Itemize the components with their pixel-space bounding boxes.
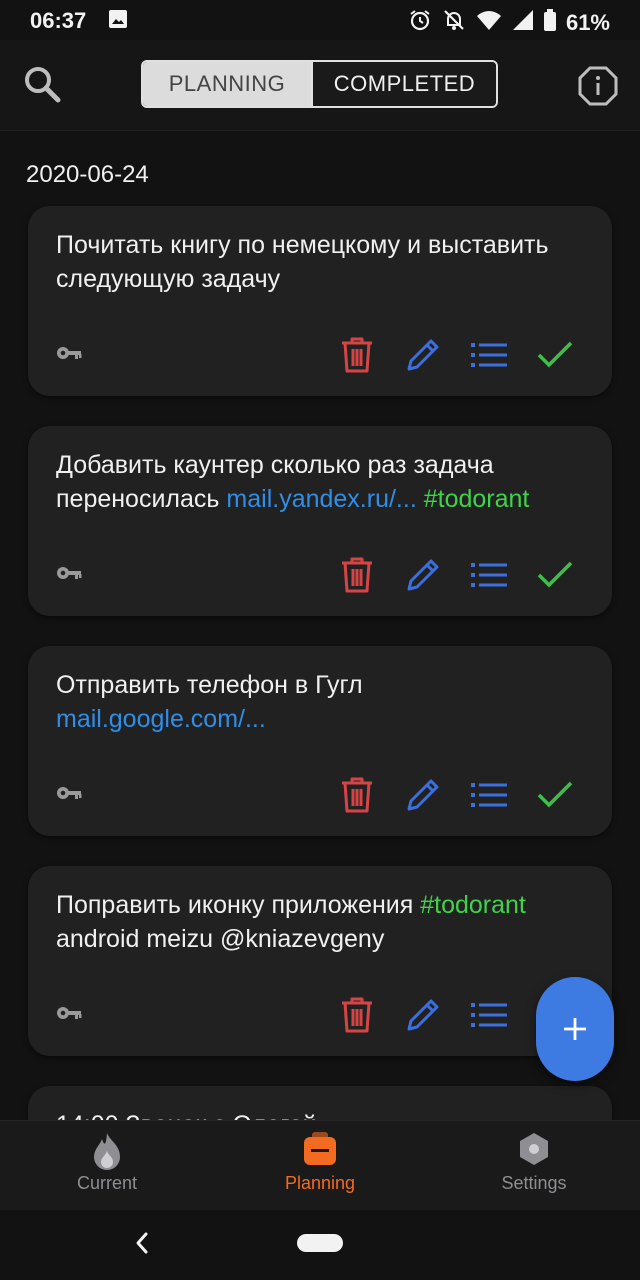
image-icon bbox=[108, 9, 128, 34]
tab-completed[interactable]: COMPLETED bbox=[311, 62, 496, 106]
delete-icon[interactable] bbox=[338, 336, 376, 374]
edit-icon[interactable] bbox=[404, 776, 442, 814]
task-title: Почитать книгу по немецкому и выставить … bbox=[56, 231, 549, 293]
nav-label-current: Current bbox=[76, 1173, 138, 1193]
task-card: 14:00 Звонок с Олегой bbox=[28, 1086, 612, 1120]
task-actions bbox=[338, 556, 574, 594]
task-text: Добавить каунтер сколько раз задача пере… bbox=[56, 448, 584, 516]
add-task-button[interactable] bbox=[536, 977, 614, 1081]
nav-settings[interactable]: Settings bbox=[444, 1121, 624, 1211]
status-bar: 06:37 61% bbox=[0, 0, 640, 40]
task-text: Отправить телефон в Гугл mail.google.com/… bbox=[56, 668, 584, 736]
wifi-icon bbox=[476, 9, 502, 36]
task-card: Поправить иконку приложения #todorant and… bbox=[28, 866, 612, 1056]
search-icon[interactable] bbox=[22, 64, 62, 104]
task-text: 14:00 Звонок с Олегой bbox=[56, 1108, 584, 1120]
task-card: Добавить каунтер сколько раз задача пере… bbox=[28, 426, 612, 616]
date-header: 2020-06-24 bbox=[26, 161, 149, 188]
back-icon[interactable] bbox=[130, 1228, 154, 1258]
key-icon[interactable] bbox=[56, 346, 82, 365]
status-icons: 61% bbox=[408, 8, 610, 37]
home-pill[interactable] bbox=[297, 1234, 343, 1252]
task-actions bbox=[338, 776, 574, 814]
planning-completed-toggle: PLANNING COMPLETED bbox=[141, 60, 498, 108]
status-time: 06:37 bbox=[30, 8, 87, 33]
task-tag[interactable]: #todorant bbox=[424, 485, 530, 513]
key-icon[interactable] bbox=[56, 786, 82, 805]
task-text: Поправить иконку приложения #todorant and… bbox=[56, 888, 584, 956]
tab-planning[interactable]: PLANNING bbox=[143, 62, 311, 106]
battery-percent: 61% bbox=[565, 9, 610, 35]
notifications-off-icon bbox=[442, 8, 466, 37]
settings-icon bbox=[517, 1131, 551, 1172]
nav-label-planning: Planning bbox=[284, 1173, 356, 1193]
delete-icon[interactable] bbox=[338, 996, 376, 1034]
flame-icon bbox=[90, 1131, 124, 1176]
nav-current[interactable]: Current bbox=[17, 1121, 197, 1211]
planning-icon bbox=[302, 1131, 338, 1172]
signal-icon bbox=[512, 9, 534, 36]
list-icon[interactable] bbox=[470, 776, 508, 814]
edit-icon[interactable] bbox=[404, 996, 442, 1034]
nav-label-settings: Settings bbox=[501, 1173, 567, 1193]
plus-icon bbox=[564, 1018, 586, 1040]
list-icon[interactable] bbox=[470, 336, 508, 374]
key-icon[interactable] bbox=[56, 1006, 82, 1025]
key-icon[interactable] bbox=[56, 566, 82, 585]
task-tag[interactable]: #todorant bbox=[420, 891, 526, 919]
bottom-navigation: Current Planning Settings bbox=[0, 1120, 640, 1211]
alarm-icon bbox=[408, 8, 432, 37]
task-link[interactable]: mail.google.com/... bbox=[56, 705, 266, 733]
system-navigation-bar bbox=[0, 1210, 640, 1280]
nav-planning[interactable]: Planning bbox=[230, 1121, 410, 1211]
info-icon[interactable] bbox=[578, 66, 618, 106]
task-extra: android meizu @kniazevgeny bbox=[56, 925, 385, 953]
delete-icon[interactable] bbox=[338, 556, 376, 594]
task-text: Почитать книгу по немецкому и выставить … bbox=[56, 228, 584, 296]
edit-icon[interactable] bbox=[404, 336, 442, 374]
task-title: 14:00 Звонок с Олегой bbox=[56, 1111, 317, 1120]
task-actions bbox=[338, 996, 508, 1034]
task-list: 2020-06-24 Почитать книгу по немецкому и… bbox=[0, 131, 640, 1120]
top-app-bar: PLANNING COMPLETED bbox=[0, 40, 640, 131]
task-actions bbox=[338, 336, 574, 374]
list-icon[interactable] bbox=[470, 996, 508, 1034]
task-link[interactable]: mail.yandex.ru/... bbox=[226, 485, 416, 513]
complete-check-icon[interactable] bbox=[536, 776, 574, 814]
list-icon[interactable] bbox=[470, 556, 508, 594]
task-title: Отправить телефон в Гугл bbox=[56, 671, 363, 699]
complete-check-icon[interactable] bbox=[536, 336, 574, 374]
task-card: Почитать книгу по немецкому и выставить … bbox=[28, 206, 612, 396]
complete-check-icon[interactable] bbox=[536, 556, 574, 594]
task-title: Поправить иконку приложения bbox=[56, 891, 414, 919]
delete-icon[interactable] bbox=[338, 776, 376, 814]
task-card: Отправить телефон в Гугл mail.google.com/… bbox=[28, 646, 612, 836]
battery-icon bbox=[543, 9, 556, 36]
edit-icon[interactable] bbox=[404, 556, 442, 594]
